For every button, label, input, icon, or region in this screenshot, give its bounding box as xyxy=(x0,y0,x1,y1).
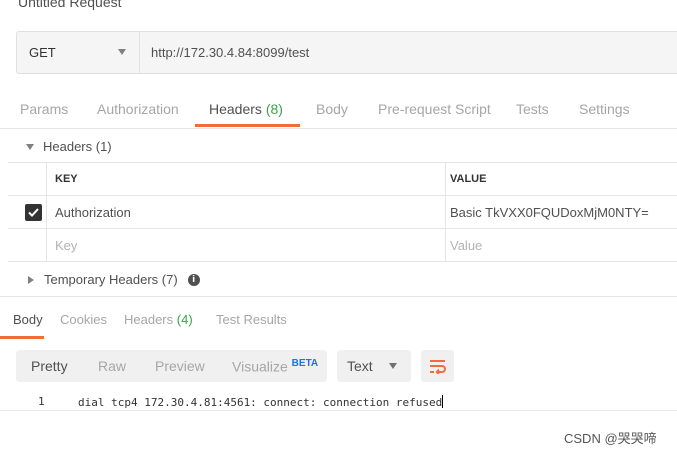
tab-headers[interactable]: Headers (8) xyxy=(209,101,283,117)
method-label: GET xyxy=(29,45,56,60)
url-bar: GET http://172.30.4.84:8099/test xyxy=(16,31,677,74)
url-input[interactable]: http://172.30.4.84:8099/test xyxy=(151,32,309,73)
tab-headers-label: Headers xyxy=(209,101,262,117)
watermark: CSDN @哭哭啼 xyxy=(564,431,657,446)
tab-tests[interactable]: Tests xyxy=(516,101,549,117)
active-tab-indicator xyxy=(195,124,300,127)
checkmark-icon xyxy=(28,208,39,217)
editor-bottom-border xyxy=(0,410,677,411)
chevron-down-icon xyxy=(118,49,126,55)
tab-params[interactable]: Params xyxy=(20,101,68,117)
format-select[interactable]: Text xyxy=(337,350,411,382)
beta-badge: BETA xyxy=(291,358,319,369)
table-row-new: Key Value xyxy=(8,229,677,262)
wrap-lines-button[interactable] xyxy=(421,350,454,382)
wrap-lines-icon xyxy=(429,360,446,374)
table-header-row: KEY VALUE xyxy=(8,163,677,196)
tab-body[interactable]: Body xyxy=(316,101,348,117)
divider xyxy=(0,296,677,297)
request-tabs: Params Authorization Headers (8) Body Pr… xyxy=(0,90,677,129)
info-icon[interactable]: i xyxy=(187,273,200,286)
response-tab-body[interactable]: Body xyxy=(13,312,43,327)
new-value-input[interactable]: Value xyxy=(446,229,677,261)
response-active-tab-indicator xyxy=(0,336,44,339)
tab-authorization[interactable]: Authorization xyxy=(97,101,179,117)
code-line-text: dial tcp4 172.30.4.81:4561: connect: con… xyxy=(78,396,443,409)
caret-down-icon xyxy=(26,143,34,150)
header-key-cell[interactable]: Authorization xyxy=(47,196,446,228)
line-number: 1 xyxy=(38,395,45,408)
response-tab-headers-count: (4) xyxy=(176,312,193,327)
view-visualize-label: Visualize xyxy=(232,358,288,375)
code-line: dial tcp4 172.30.4.81:4561: connect: con… xyxy=(78,395,444,409)
column-key: KEY xyxy=(47,163,446,195)
tab-headers-count: (8) xyxy=(265,101,283,117)
headers-section-toggle[interactable]: Headers (1) xyxy=(26,139,112,154)
view-visualize[interactable]: Visualize BETA xyxy=(232,358,318,375)
view-mode-switch: Pretty Raw Preview Visualize BETA xyxy=(16,350,327,382)
view-raw[interactable]: Raw xyxy=(98,358,126,374)
view-preview[interactable]: Preview xyxy=(155,358,205,374)
headers-table: KEY VALUE Authorization Basic TkVXX0FQUD… xyxy=(8,162,677,262)
new-key-input[interactable]: Key xyxy=(47,229,446,261)
response-tabs: Body Cookies Headers (4) Test Results xyxy=(0,312,677,339)
response-tab-headers-label: Headers xyxy=(124,312,174,327)
tab-pre-request-script[interactable]: Pre-request Script xyxy=(378,101,491,117)
view-pretty[interactable]: Pretty xyxy=(31,358,68,374)
response-tab-cookies[interactable]: Cookies xyxy=(60,312,107,327)
column-value: VALUE xyxy=(450,173,487,185)
temporary-headers-title: Temporary Headers (7) xyxy=(44,272,178,287)
response-tab-test-results[interactable]: Test Results xyxy=(216,312,287,327)
response-tab-headers[interactable]: Headers (4) xyxy=(124,312,193,327)
request-title: Untitled Request xyxy=(18,0,122,10)
header-value-cell[interactable]: Basic TkVXX0FQUDoxMjM0NTY= xyxy=(446,196,677,228)
temporary-headers-toggle[interactable]: Temporary Headers (7) i xyxy=(28,272,200,287)
format-select-value: Text xyxy=(347,358,373,374)
headers-section-title: Headers (1) xyxy=(43,139,112,154)
header-enabled-checkbox[interactable] xyxy=(25,204,42,221)
chevron-down-icon xyxy=(389,363,397,369)
method-select[interactable]: GET xyxy=(17,32,140,73)
table-row: Authorization Basic TkVXX0FQUDoxMjM0NTY= xyxy=(8,196,677,229)
caret-right-icon xyxy=(28,275,34,284)
text-cursor xyxy=(442,395,444,408)
tab-settings[interactable]: Settings xyxy=(579,101,630,117)
